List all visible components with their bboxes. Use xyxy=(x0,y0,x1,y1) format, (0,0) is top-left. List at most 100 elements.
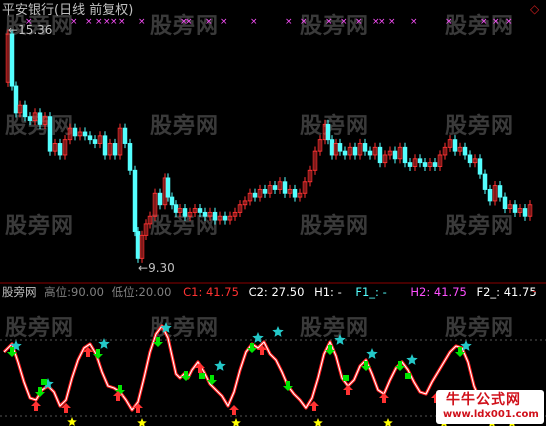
candle-down xyxy=(407,162,413,167)
logo-text: 牛牛公式网 xyxy=(446,392,521,408)
site-logo: 牛牛公式网 www.ldx001.com xyxy=(436,390,544,424)
magenta-marker: × xyxy=(220,17,228,27)
c1-label: C1: xyxy=(183,285,203,299)
candle-down xyxy=(512,204,518,213)
f1-label: F1_: xyxy=(355,285,379,299)
candle-down xyxy=(197,208,203,213)
candle-down xyxy=(482,173,488,190)
indicator-legend: 股旁网 高位:90.00 低位:20.00 C1: 41.75 C2: 27.5… xyxy=(2,285,537,299)
magenta-marker: × xyxy=(325,17,333,27)
magenta-marker: × xyxy=(285,17,293,27)
low-price-label: ←9.30 xyxy=(138,262,175,274)
c1-value: 41.75 xyxy=(205,285,239,299)
magenta-marker: × xyxy=(505,17,513,27)
magenta-marker: × xyxy=(388,17,396,27)
candle-down xyxy=(329,139,335,156)
candle-down xyxy=(47,116,53,152)
green-square-marker xyxy=(343,375,349,381)
chart-stage: 股旁网 股旁网 股旁网 股旁网 股旁网 股旁网 股旁网 股旁网 股旁网 股旁网 股旁网 股旁网 股旁网股… xyxy=(0,0,546,426)
candle-down xyxy=(402,146,408,164)
cyan-star-icon xyxy=(366,348,378,359)
candle-down xyxy=(272,185,278,190)
candle-down xyxy=(122,127,128,144)
candle-down xyxy=(337,143,343,152)
h1-value: - xyxy=(337,285,342,299)
magenta-marker: × xyxy=(110,17,118,27)
candle-down xyxy=(462,146,468,156)
yellow-star-icon xyxy=(383,418,393,426)
cyan-star-icon xyxy=(252,332,264,343)
candle-down xyxy=(342,150,348,156)
red-up-arrow-icon xyxy=(343,385,353,395)
candle-down xyxy=(497,185,503,198)
candle-down xyxy=(202,211,208,217)
magenta-marker: × xyxy=(492,17,500,27)
indicator-name: 股旁网 xyxy=(2,285,37,299)
candle-down xyxy=(292,188,298,198)
magenta-marker: × xyxy=(250,17,258,27)
stock-title: 平安银行(日线 前复权) xyxy=(2,3,134,18)
candle-down xyxy=(362,143,368,152)
candle-down xyxy=(282,181,288,194)
green-square-marker xyxy=(199,373,205,379)
diwei-label: 低位: xyxy=(111,285,139,299)
magenta-marker: × xyxy=(355,17,363,27)
candle-down xyxy=(522,208,528,217)
gaowei-value: 90.00 xyxy=(71,285,104,299)
candle-down xyxy=(352,146,358,156)
candle-down xyxy=(173,204,179,213)
candle-down xyxy=(82,131,88,137)
gaowei-label: 高位: xyxy=(44,285,72,299)
candle-down xyxy=(13,85,19,114)
candle-down xyxy=(87,135,93,141)
red-up-arrow-icon xyxy=(229,405,239,415)
candle-down xyxy=(102,135,108,156)
magenta-marker: × xyxy=(410,17,418,27)
candle-down xyxy=(367,150,373,156)
magenta-marker: × xyxy=(480,17,488,27)
candle-down xyxy=(37,112,43,125)
candle-down xyxy=(22,104,28,118)
magenta-marker: × xyxy=(70,17,78,27)
close-indicator-button[interactable]: - xyxy=(532,285,536,297)
red-up-arrow-icon xyxy=(379,393,389,403)
magenta-marker: × xyxy=(95,17,103,27)
candle-down xyxy=(422,162,428,167)
magenta-marker: × xyxy=(185,17,193,27)
candle-down xyxy=(92,139,98,144)
candle-down xyxy=(112,143,118,156)
h2-value: 41.75 xyxy=(433,285,467,299)
candle-down xyxy=(417,158,423,164)
logo-url: www.ldx001.com xyxy=(443,409,539,420)
f2-label: F2_: xyxy=(476,285,501,299)
candle-down xyxy=(392,150,398,160)
cyan-star-icon xyxy=(272,326,284,337)
candle-down xyxy=(165,177,171,198)
high-price-value: 15.36 xyxy=(18,23,53,37)
candle-down xyxy=(452,139,458,152)
candle-down xyxy=(432,162,438,167)
cyan-star-icon xyxy=(406,354,418,365)
candle-down xyxy=(182,208,188,217)
diamond-icon[interactable]: ◇ xyxy=(530,3,539,15)
yellow-star-icon xyxy=(67,417,77,426)
candle-down xyxy=(502,196,508,210)
cyan-star-icon xyxy=(334,334,346,345)
candle-down xyxy=(72,127,78,137)
candle-down xyxy=(252,192,258,198)
candle-down xyxy=(262,188,268,194)
price-chart[interactable]: × × × × × × × × ×× × × × × × × × × ×× × × × × × × xyxy=(0,0,546,282)
h1-label: H1: xyxy=(314,285,334,299)
high-price-label: ←15.36 xyxy=(8,24,52,36)
yellow-star-icon xyxy=(231,418,241,426)
low-price-value: 9.30 xyxy=(148,261,175,275)
candle-down xyxy=(212,211,218,221)
c2-value: 27.50 xyxy=(271,285,305,299)
magenta-marker: × xyxy=(118,17,126,27)
c2-label: C2: xyxy=(248,285,268,299)
candle-down xyxy=(57,143,63,156)
magenta-marker: × xyxy=(300,17,308,27)
candle-down xyxy=(132,169,138,232)
magenta-marker: × xyxy=(85,17,93,27)
candle-down xyxy=(467,154,473,164)
